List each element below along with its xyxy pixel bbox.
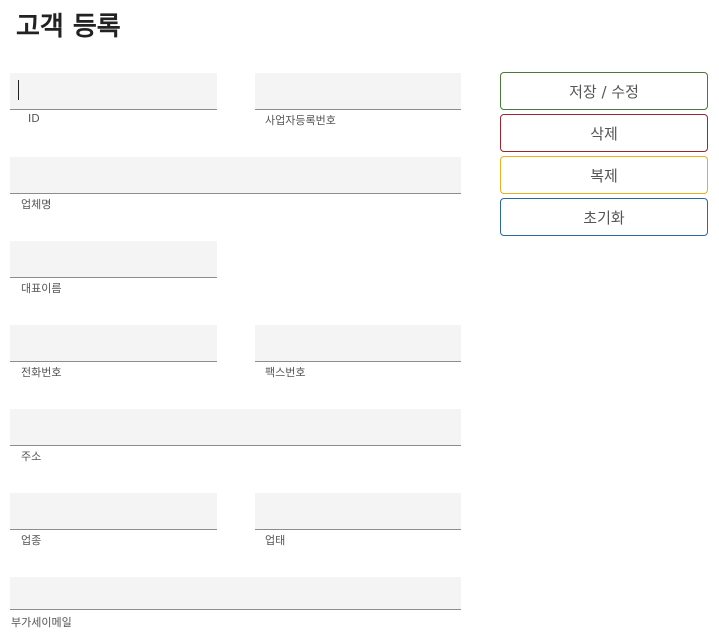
- company-name-label: 업체명: [21, 198, 52, 211]
- save-button[interactable]: 저장 / 수정: [500, 72, 708, 110]
- text-cursor: [18, 80, 19, 100]
- business-type-input[interactable]: [10, 493, 217, 529]
- customer-registration-page: 고객 등록 ID 사업자등록번호 업체명 대표이름 전화번호 팩스번호 주소 업…: [0, 0, 719, 641]
- vat-email-label: 부가세이메일: [11, 616, 72, 629]
- business-category-label: 업태: [265, 534, 286, 547]
- business-number-label: 사업자등록번호: [265, 114, 336, 127]
- vat-email-field[interactable]: [10, 577, 461, 610]
- phone-field[interactable]: [10, 325, 217, 362]
- business-type-field[interactable]: [10, 493, 217, 530]
- page-title: 고객 등록: [16, 12, 121, 42]
- address-field[interactable]: [10, 409, 461, 446]
- id-field[interactable]: [10, 73, 217, 110]
- business-category-input[interactable]: [255, 493, 461, 529]
- phone-input[interactable]: [10, 325, 217, 361]
- address-label: 주소: [21, 450, 42, 463]
- business-number-field[interactable]: [255, 73, 461, 110]
- representative-field[interactable]: [10, 241, 217, 278]
- vat-email-input[interactable]: [10, 577, 461, 609]
- fax-input[interactable]: [255, 325, 461, 361]
- business-type-label: 업종: [21, 534, 42, 547]
- company-name-field[interactable]: [10, 157, 461, 194]
- delete-button[interactable]: 삭제: [500, 114, 708, 152]
- id-label: ID: [28, 112, 40, 125]
- company-name-input[interactable]: [10, 157, 461, 193]
- copy-button[interactable]: 복제: [500, 156, 708, 194]
- fax-field[interactable]: [255, 325, 461, 362]
- reset-button[interactable]: 초기화: [500, 198, 708, 236]
- representative-label: 대표이름: [21, 282, 62, 295]
- business-number-input[interactable]: [255, 73, 461, 109]
- phone-label: 전화번호: [21, 366, 62, 379]
- representative-input[interactable]: [10, 241, 217, 277]
- id-input[interactable]: [10, 73, 217, 109]
- address-input[interactable]: [10, 409, 461, 445]
- fax-label: 팩스번호: [265, 366, 306, 379]
- business-category-field[interactable]: [255, 493, 461, 530]
